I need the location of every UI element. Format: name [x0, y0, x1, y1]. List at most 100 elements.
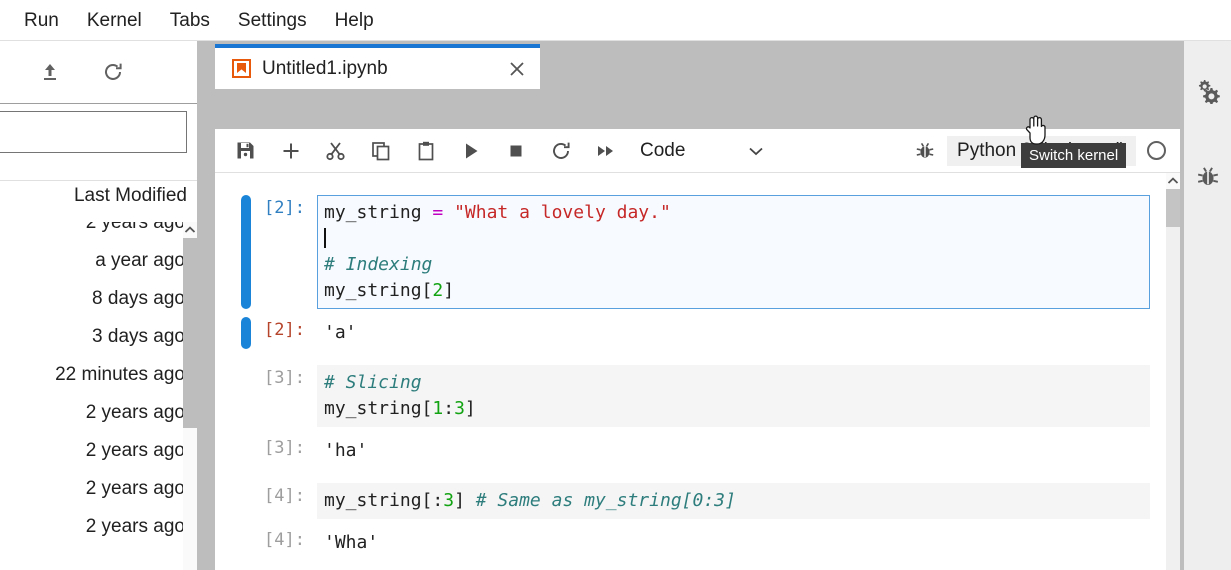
- input-prompt: [3]:: [264, 368, 305, 388]
- file-row-modified[interactable]: 2 years ago: [0, 222, 197, 242]
- file-row-modified[interactable]: 8 days ago: [0, 280, 197, 318]
- cell-selection-bar: [241, 317, 251, 349]
- file-row-modified[interactable]: a year ago: [0, 242, 197, 280]
- notebook-canvas: [2]: my_string = "What a lovely day." # In…: [215, 173, 1180, 570]
- token-pun: ]: [464, 398, 476, 419]
- file-list[interactable]: 2 years ago a year ago 8 days ago 3 days ag…: [0, 222, 197, 570]
- file-row-modified[interactable]: 2 years ago: [0, 470, 197, 508]
- bug-icon: [1197, 167, 1218, 185]
- code-line: # Slicing: [324, 370, 1143, 396]
- file-filter[interactable]: [0, 111, 197, 153]
- file-row-modified[interactable]: 2 years ago: [0, 394, 197, 432]
- notebook-scroll-thumb[interactable]: [1166, 189, 1180, 227]
- upload-button[interactable]: [28, 50, 72, 94]
- filter-files-input[interactable]: [0, 120, 197, 144]
- output-prompt: [2]:: [264, 320, 305, 340]
- file-row-modified[interactable]: 3 days ago: [0, 318, 197, 356]
- notebook-output-cell[interactable]: [3]: 'ha': [215, 435, 1180, 467]
- stop-icon: [510, 145, 521, 156]
- plus-icon: [283, 143, 298, 158]
- cell-selection-bar: [241, 435, 251, 467]
- notebook-input-cell[interactable]: [3]: # Slicing my_string[1:3]: [215, 365, 1180, 427]
- menu-help[interactable]: Help: [321, 0, 388, 41]
- file-row-modified[interactable]: 22 minutes ago: [0, 356, 197, 394]
- clipboard-icon: [418, 141, 433, 160]
- token-plain: 'ha': [324, 440, 368, 461]
- close-icon[interactable]: [500, 52, 534, 86]
- bug-icon: [916, 142, 933, 158]
- insert-cell-button[interactable]: [268, 129, 313, 173]
- notebook-icon: [232, 59, 251, 78]
- token-plain: 'Wha': [324, 532, 379, 553]
- panel-divider[interactable]: [197, 41, 211, 570]
- text-caret: [324, 228, 326, 248]
- chevron-up-icon: [184, 226, 196, 233]
- file-list-scroll-thumb[interactable]: [183, 238, 197, 428]
- cell-type-value: Code: [640, 139, 686, 161]
- play-icon: [465, 143, 477, 158]
- menu-settings[interactable]: Settings: [224, 0, 321, 41]
- token-name: my_string[:: [324, 490, 444, 511]
- file-row-modified[interactable]: 2 years ago: [0, 508, 197, 546]
- menu-run[interactable]: Run: [10, 0, 73, 41]
- notebook-scrollbar[interactable]: [1166, 173, 1180, 570]
- notebook-output-cell[interactable]: [4]: 'Wha': [215, 527, 1180, 559]
- token-num: 3: [443, 490, 455, 511]
- stop-button[interactable]: [493, 129, 538, 173]
- main-dock-area: Untitled1.ipynb Code Python [2]: my_stri…: [211, 41, 1184, 570]
- property-inspector-button[interactable]: [1184, 63, 1231, 119]
- cut-button[interactable]: [313, 129, 358, 173]
- output-text: 'a': [317, 317, 1150, 349]
- menu-tabs[interactable]: Tabs: [156, 0, 224, 41]
- code-editor[interactable]: # Slicing my_string[1:3]: [317, 365, 1150, 427]
- kernel-idle-circle-icon[interactable]: [1147, 141, 1166, 160]
- paste-button[interactable]: [403, 129, 448, 173]
- file-list-scroll-up[interactable]: [183, 222, 197, 238]
- fast-forward-icon: [597, 145, 613, 156]
- copy-icon: [371, 141, 389, 160]
- tab-label: Untitled1.ipynb: [262, 57, 388, 79]
- gears-icon: [1198, 80, 1220, 104]
- tab-bar: Untitled1.ipynb: [211, 41, 1184, 89]
- code-line: # Indexing: [324, 252, 1143, 278]
- run-button[interactable]: [448, 129, 493, 173]
- column-header-last-modified[interactable]: Last Modified: [74, 185, 187, 207]
- notebook-input-cell[interactable]: [2]: my_string = "What a lovely day." # In…: [215, 195, 1180, 309]
- output-prompt: [4]:: [264, 530, 305, 550]
- token-pun: :: [443, 398, 455, 419]
- restart-button[interactable]: [538, 129, 583, 173]
- token-str: "What a lovely day.": [454, 202, 671, 223]
- cell-selection-bar: [241, 483, 251, 519]
- code-line: my_string[2]: [324, 278, 1143, 304]
- refresh-icon: [105, 63, 122, 80]
- menu-bar: Run Kernel Tabs Settings Help: [0, 0, 1231, 41]
- tab-untitled1-ipynb[interactable]: Untitled1.ipynb: [215, 44, 540, 89]
- cell-type-select[interactable]: Code: [640, 140, 765, 162]
- chevron-up-icon: [1167, 177, 1179, 184]
- notebook-scroll-up[interactable]: [1166, 173, 1180, 189]
- token-name: my_string[: [324, 398, 433, 419]
- notebook-input-cell[interactable]: [4]: my_string[:3] # Same as my_string[0:…: [215, 483, 1180, 519]
- menu-kernel[interactable]: Kernel: [73, 0, 156, 41]
- notebook-output-cell[interactable]: [2]: 'a': [215, 317, 1180, 349]
- restart-run-all-button[interactable]: [583, 129, 628, 173]
- file-row-modified[interactable]: 2 years ago: [0, 432, 197, 470]
- output-text: 'Wha': [317, 527, 1150, 559]
- debugger-toggle-button[interactable]: [902, 129, 947, 173]
- debugger-panel-button[interactable]: [1184, 149, 1231, 205]
- code-editor[interactable]: my_string[:3] # Same as my_string[0:3]: [317, 483, 1150, 519]
- token-op: =: [432, 202, 455, 223]
- refresh-button[interactable]: [91, 50, 135, 94]
- save-button[interactable]: [223, 129, 268, 173]
- token-num: 3: [454, 398, 465, 419]
- file-browser-panel: Last Modified 2 years agoa year ago8 day…: [0, 41, 197, 570]
- token-plain: 'a': [324, 322, 357, 343]
- output-text: 'ha': [317, 435, 1150, 467]
- copy-button[interactable]: [358, 129, 403, 173]
- input-prompt: [2]:: [264, 198, 305, 218]
- cell-list: [2]: my_string = "What a lovely day." # In…: [215, 195, 1180, 559]
- token-num: 2: [432, 280, 444, 301]
- token-com: # Indexing: [324, 254, 433, 275]
- code-editor[interactable]: my_string = "What a lovely day." # Indexi…: [317, 195, 1150, 309]
- token-com: # Same as my_string[0:3]: [475, 490, 736, 511]
